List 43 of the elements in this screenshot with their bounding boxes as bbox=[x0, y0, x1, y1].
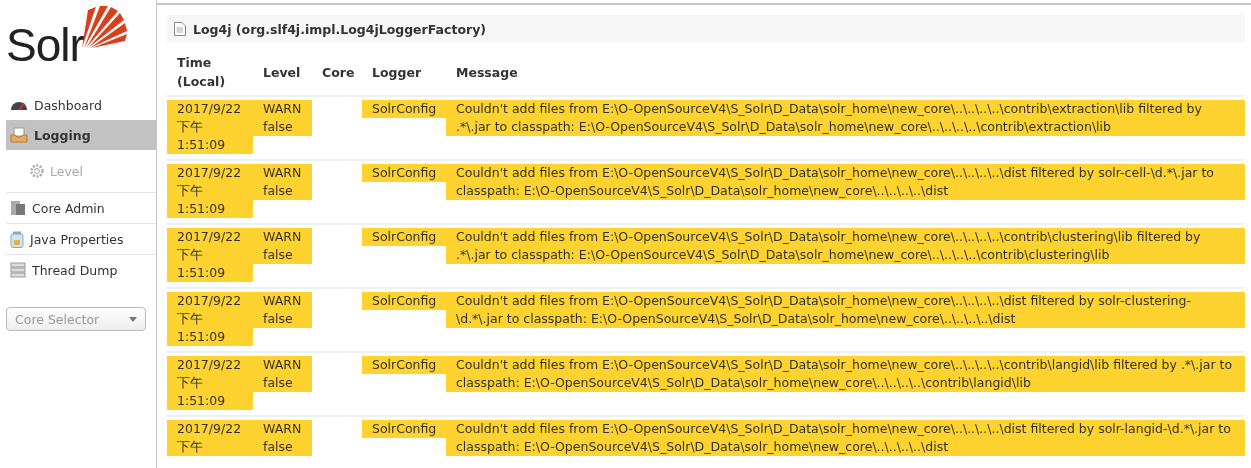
message-cell: Couldn't add files from E:\O-OpenSourceV4\S_Solr\D_Data\solr_home\new_core\..\..\..\..\contrib\clustering\lib filtered by .*\.jar to classpath: E:\O-OpenSourceV4\S_Solr\D_Data\solr_home\new_core\..\..\..\..\contrib\clustering\lib bbox=[446, 228, 1245, 264]
time-cell: 2017/9/22 下午 1:51:09 bbox=[167, 292, 253, 346]
sidebar-item[interactable]: Thread Dump bbox=[6, 254, 156, 285]
sidebar-item[interactable]: Dashboard bbox=[6, 90, 156, 120]
logo-text: Solr bbox=[6, 18, 84, 72]
logger-cell: SolrConfig bbox=[362, 356, 446, 374]
level-cell: WARN false bbox=[253, 356, 312, 392]
time-cell: 2017/9/22 下午 bbox=[167, 420, 253, 456]
sidebar-item[interactable]: Core Admin bbox=[6, 192, 156, 223]
logger-cell: SolrConfig bbox=[362, 164, 446, 182]
level-cell: WARN false bbox=[253, 100, 312, 136]
column-header: Message bbox=[455, 63, 519, 82]
level-cell: WARN false bbox=[253, 420, 312, 456]
panel-title: Log4j (org.slf4j.impl.Log4jLoggerFactory) bbox=[193, 21, 486, 37]
column-header: Time (Local) bbox=[176, 54, 227, 91]
level-cell: WARN false bbox=[253, 228, 312, 264]
message-cell: Couldn't add files from E:\O-OpenSourceV4\S_Solr\D_Data\solr_home\new_core\..\..\..\..\contrib\langid\lib filtered by .*\.jar to classpath: E:\O-OpenSourceV4\S_Solr\D_Data\solr_home\new_core\..\..\..\..\contrib\langid\lib bbox=[446, 356, 1245, 392]
column-header: Core bbox=[321, 63, 356, 82]
inbox-tray-icon bbox=[10, 127, 28, 143]
level-cell: WARN false bbox=[253, 292, 312, 328]
message-cell: Couldn't add files from E:\O-OpenSourceV4\S_Solr\D_Data\solr_home\new_core\..\..\..\..\dist filtered by solr-cell-\d.*\.jar to classpath: E:\O-OpenSourceV4\S_Solr\D_Data\solr_home\new_core\..\..\..\..\dist bbox=[446, 164, 1245, 200]
time-cell: 2017/9/22 下午 1:51:09 bbox=[167, 100, 253, 154]
level-cell: WARN false bbox=[253, 164, 312, 200]
logger-cell: SolrConfig bbox=[362, 228, 446, 246]
document-stack-icon bbox=[10, 262, 26, 278]
logger-cell: SolrConfig bbox=[362, 292, 446, 310]
message-cell: Couldn't add files from E:\O-OpenSourceV4\S_Solr\D_Data\solr_home\new_core\..\..\..\..\dist filtered by solr-langid-\d.*\.jar to classpath: E:\O-OpenSourceV4\S_Solr\D_Data\solr_home\new_core\..\..\..\..\dist bbox=[446, 420, 1245, 456]
column-header: Level bbox=[262, 63, 302, 82]
sidebar-item[interactable]: Logging bbox=[6, 120, 156, 150]
server-stack-icon bbox=[10, 200, 26, 216]
jar-icon bbox=[10, 230, 24, 248]
column-header: Logger bbox=[371, 63, 423, 82]
logger-cell: SolrConfig bbox=[362, 420, 446, 438]
caret-icon bbox=[129, 316, 137, 322]
message-cell: Couldn't add files from E:\O-OpenSourceV4\S_Solr\D_Data\solr_home\new_core\..\..\..\..\contrib\extraction\lib filtered by .*\.jar to classpath: E:\O-OpenSourceV4\S_Solr\D_Data\solr_home\new_core\..\..\..\..\contrib\extraction\lib bbox=[446, 100, 1245, 136]
time-cell: 2017/9/22 下午 1:51:09 bbox=[167, 228, 253, 282]
message-cell: Couldn't add files from E:\O-OpenSourceV4\S_Solr\D_Data\solr_home\new_core\..\..\..\..\dist filtered by solr-clustering-\d.*\.jar to classpath: E:\O-OpenSourceV4\S_Solr\D_Data\solr_home\new_core\..\..\..\..\dist bbox=[446, 292, 1245, 328]
logger-cell: SolrConfig bbox=[362, 100, 446, 118]
gear-icon bbox=[30, 164, 44, 178]
time-cell: 2017/9/22 下午 1:51:09 bbox=[167, 356, 253, 410]
sidebar-item[interactable]: Java Properties bbox=[6, 223, 156, 254]
document-icon bbox=[174, 22, 186, 36]
time-cell: 2017/9/22 下午 1:51:09 bbox=[167, 164, 253, 218]
